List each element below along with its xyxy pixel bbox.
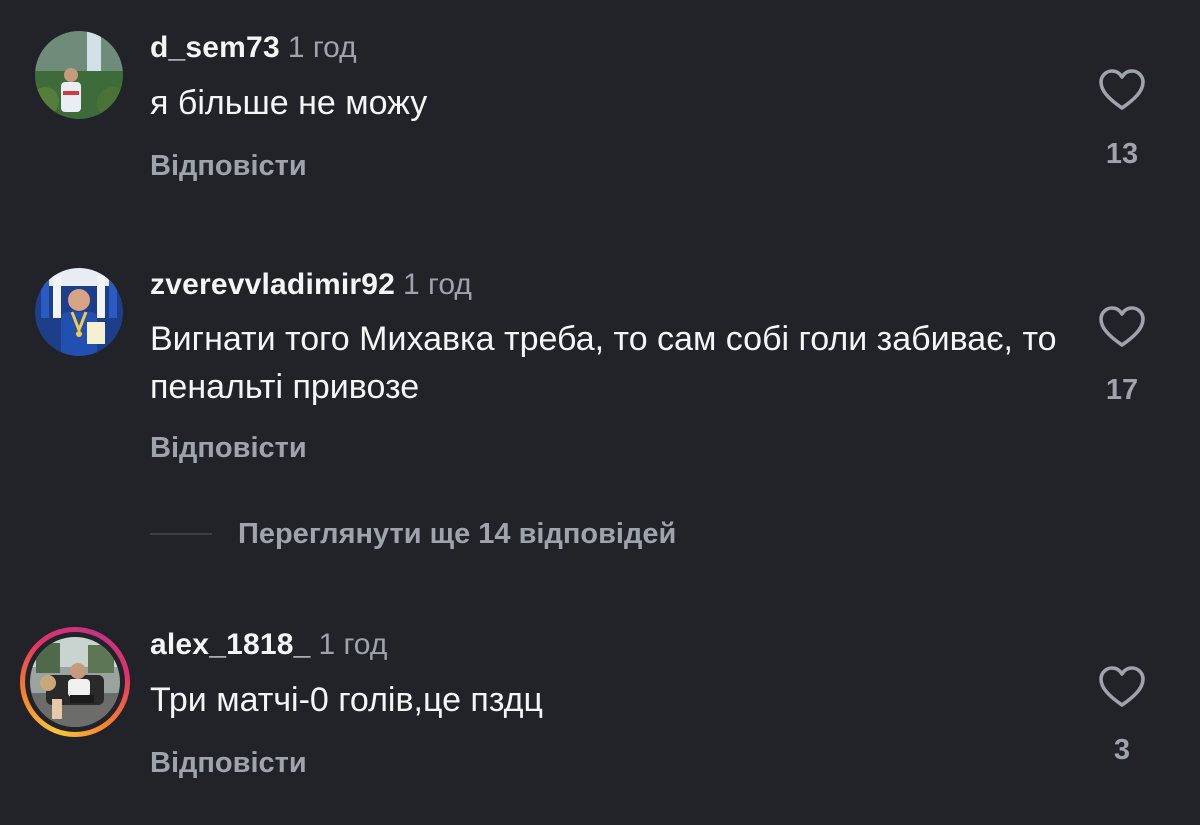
heart-outline-icon bbox=[1099, 69, 1145, 110]
story-ring[interactable] bbox=[20, 627, 130, 737]
comment-meta: d_sem73 1 год bbox=[150, 30, 357, 66]
reply-button[interactable]: Відповісти bbox=[150, 150, 307, 183]
like-button[interactable] bbox=[1097, 304, 1147, 350]
avatar-image bbox=[35, 268, 123, 356]
timestamp: 1 год bbox=[318, 628, 388, 661]
avatar-image bbox=[30, 637, 120, 727]
like-count: 3 bbox=[1113, 734, 1131, 766]
view-more-replies-label: Переглянути ще 14 відповідей bbox=[238, 517, 677, 550]
username[interactable]: alex_1818_ bbox=[150, 628, 311, 661]
avatar-image bbox=[35, 31, 123, 119]
like-count: 13 bbox=[1105, 138, 1139, 170]
comment-text: я більше не можу bbox=[150, 84, 428, 122]
timestamp: 1 год bbox=[403, 268, 472, 301]
like-count: 17 bbox=[1105, 374, 1139, 406]
comment-text: Три матчі-0 голів,це пздц bbox=[150, 681, 543, 719]
divider-line bbox=[150, 533, 212, 535]
username[interactable]: zverevvladimir92 bbox=[150, 268, 395, 301]
like-button[interactable] bbox=[1097, 664, 1147, 710]
username[interactable]: d_sem73 bbox=[150, 31, 280, 64]
avatar bbox=[30, 637, 120, 727]
reply-button[interactable]: Відповісти bbox=[150, 432, 307, 465]
heart-outline-icon bbox=[1099, 306, 1145, 347]
like-button[interactable] bbox=[1097, 67, 1147, 113]
avatar[interactable] bbox=[35, 31, 123, 119]
comment-text: Вигнати того Михавка треба, то сам собі … bbox=[150, 320, 1057, 406]
timestamp: 1 год bbox=[287, 31, 357, 64]
comment-meta: zverevvladimir92 1 год bbox=[150, 267, 472, 303]
avatar[interactable] bbox=[35, 268, 123, 356]
view-more-replies-button[interactable]: Переглянути ще 14 відповідей bbox=[150, 514, 676, 554]
reply-button[interactable]: Відповісти bbox=[150, 747, 307, 780]
heart-outline-icon bbox=[1099, 666, 1145, 707]
comment-meta: alex_1818_ 1 год bbox=[150, 627, 387, 663]
